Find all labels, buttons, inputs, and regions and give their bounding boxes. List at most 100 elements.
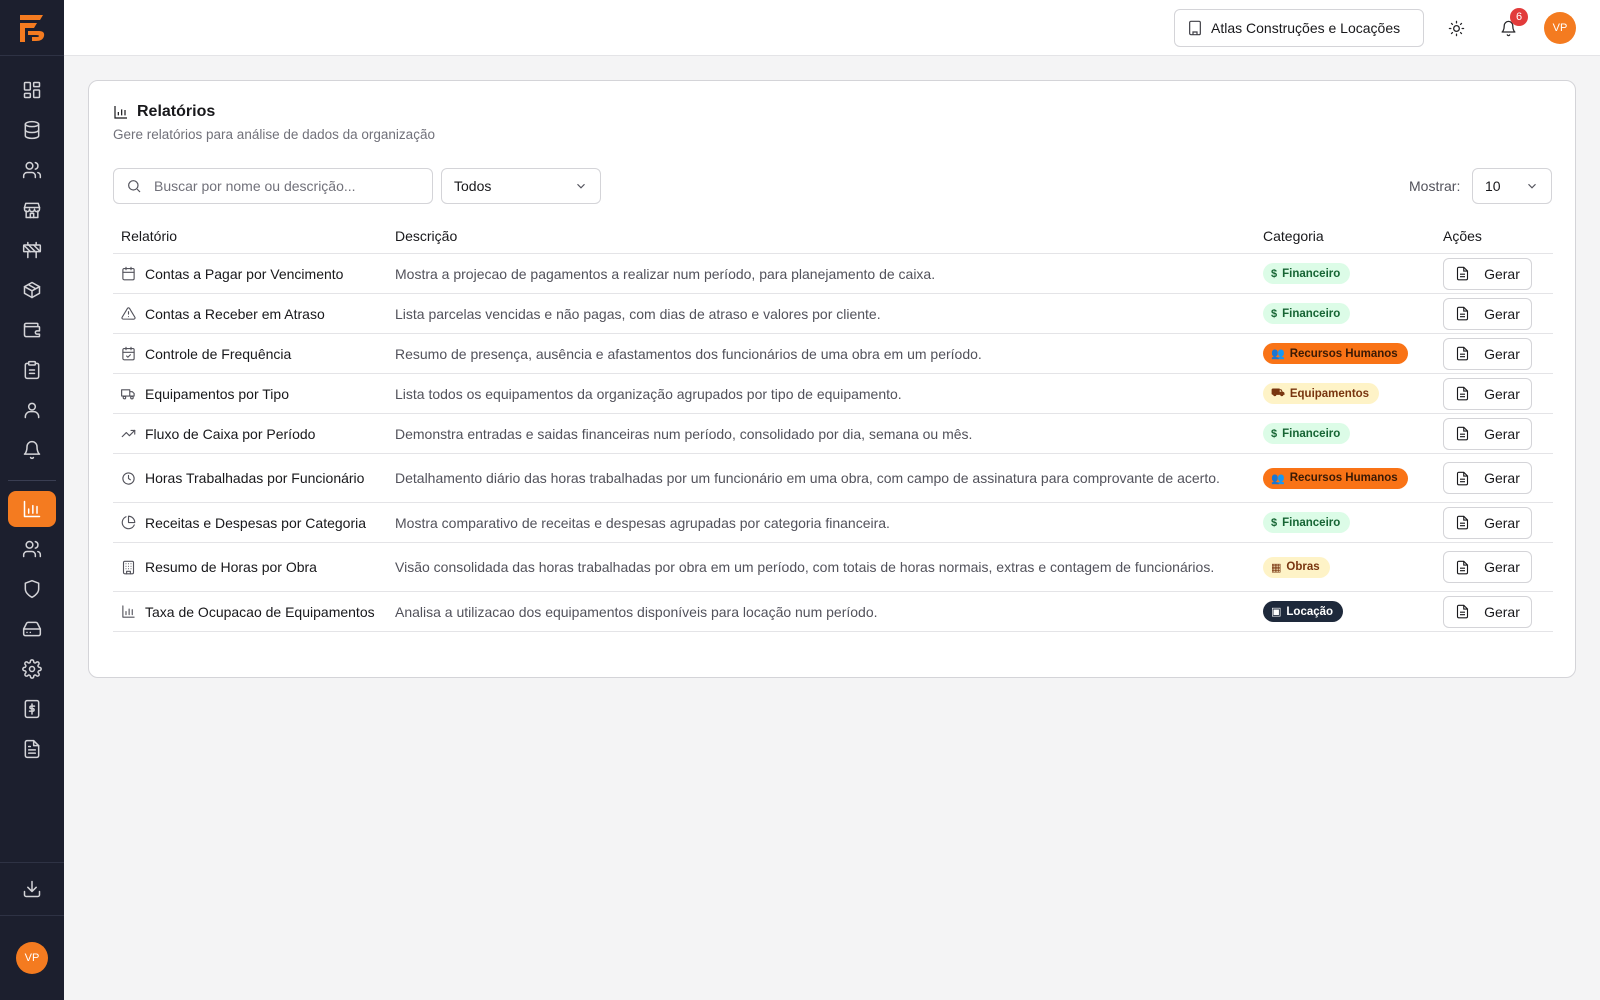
sidebar-item-reports[interactable]: [8, 491, 56, 527]
category-label: Financeiro: [1282, 307, 1341, 320]
chart-icon: [114, 106, 127, 119]
sidebar-item-store[interactable]: [8, 192, 56, 228]
report-description: Lista parcelas vencidas e não pagas, com…: [395, 305, 881, 322]
header-category: Categoria: [1263, 227, 1324, 244]
report-name-cell: Contas a Receber em Atraso: [113, 306, 395, 322]
users-icon: 👥: [1271, 472, 1285, 485]
file-text-icon: [1457, 515, 1469, 530]
table-row: Resumo de Horas por Obra Visão consolidad…: [113, 543, 1553, 592]
organization-switcher[interactable]: Atlas Construções e Locações: [1174, 9, 1424, 47]
sidebar-item-team[interactable]: [8, 531, 56, 567]
sidebar-avatar[interactable]: VP: [16, 942, 48, 974]
file-text-icon: [1457, 306, 1469, 321]
download-button[interactable]: [0, 862, 64, 916]
sidebar-nav: [8, 56, 56, 771]
category-badge: 👥 Recursos Humanos: [1263, 467, 1408, 489]
report-description: Analisa a utilizacao dos equipamentos di…: [395, 603, 878, 620]
report-name: Receitas e Despesas por Categoria: [145, 514, 367, 531]
generate-report-button[interactable]: Gerar: [1443, 595, 1532, 628]
report-name-cell: Horas Trabalhadas por Funcionário: [113, 470, 395, 486]
report-description: Lista todos os equipamentos da organizaç…: [395, 385, 902, 402]
reports-card: Relatórios Gere relatórios para análise …: [88, 80, 1576, 678]
report-category-cell: ⛟ Equipamentos: [1263, 383, 1443, 405]
search-input[interactable]: [154, 178, 414, 194]
generate-report-button[interactable]: Gerar: [1443, 551, 1532, 583]
sidebar-item-package[interactable]: [8, 272, 56, 308]
sidebar-item-storage[interactable]: [8, 611, 56, 647]
app-logo[interactable]: [0, 0, 64, 56]
category-badge: $ Financeiro: [1263, 263, 1351, 284]
user-avatar[interactable]: VP: [1544, 12, 1576, 44]
category-label: Locação: [1286, 605, 1334, 618]
sidebar-item-database[interactable]: [8, 112, 56, 148]
page-size-value: 10: [1485, 178, 1501, 194]
file-text-icon: [1457, 426, 1469, 441]
sidebar-item-settings[interactable]: [8, 651, 56, 687]
bar-chart-icon: [122, 605, 135, 618]
file-text-icon: [1457, 346, 1469, 361]
sidebar-item-dashboard[interactable]: [8, 72, 56, 108]
report-description: Resumo de presença, ausência e afastamen…: [395, 345, 982, 362]
table-row: Taxa de Ocupacao de Equipamentos Analisa …: [113, 592, 1553, 632]
sidebar-item-clipboard[interactable]: [8, 352, 56, 388]
alert-triangle-icon: [121, 307, 136, 320]
pie-chart-icon: [121, 515, 136, 530]
notifications-button[interactable]: 6: [1494, 8, 1528, 42]
generate-report-button[interactable]: Gerar: [1443, 506, 1532, 539]
sidebar-item-billing[interactable]: [8, 691, 56, 727]
dollar-icon: $: [1271, 307, 1278, 320]
truck-icon: [121, 389, 135, 400]
sidebar-item-documents[interactable]: [8, 731, 56, 767]
generate-report-button[interactable]: Gerar: [1443, 417, 1532, 450]
report-name-cell: Equipamentos por Tipo: [113, 386, 395, 402]
generate-report-button[interactable]: Gerar: [1443, 337, 1532, 370]
dashboard-icon: [23, 81, 41, 99]
sidebar-item-notifications[interactable]: [8, 432, 56, 468]
report-description: Mostra comparativo de receitas e despesa…: [395, 514, 890, 531]
category-label: Financeiro: [1282, 267, 1341, 280]
calendar-icon: ▣: [1271, 606, 1282, 618]
sidebar-item-profile[interactable]: [8, 392, 56, 428]
logo-icon: [20, 14, 45, 42]
sidebar-item-wallet[interactable]: [8, 312, 56, 348]
sun-icon: [1448, 20, 1464, 36]
category-badge: $ Financeiro: [1263, 512, 1351, 533]
category-label: Financeiro: [1282, 427, 1341, 440]
category-label: Obras: [1286, 561, 1320, 573]
users-icon: 👥: [1271, 348, 1285, 360]
theme-toggle-button[interactable]: [1442, 14, 1470, 42]
generate-label: Gerar: [1484, 603, 1520, 620]
report-category-cell: ▣ Locação: [1263, 601, 1443, 622]
clock-icon: [122, 471, 135, 485]
category-filter-select[interactable]: Todos: [441, 168, 601, 204]
generate-report-button[interactable]: Gerar: [1443, 297, 1532, 330]
sidebar-item-users[interactable]: [8, 152, 56, 188]
settings-icon: [22, 659, 42, 679]
dollar-icon: $: [1271, 516, 1278, 529]
report-name-cell: Taxa de Ocupacao de Equipamentos: [113, 604, 395, 620]
users-icon: [22, 161, 42, 179]
generate-report-button[interactable]: Gerar: [1443, 377, 1532, 410]
report-actions-cell: Gerar: [1443, 551, 1553, 583]
search-box: [113, 168, 433, 204]
generate-report-button[interactable]: Gerar: [1443, 462, 1532, 494]
table-row: Receitas e Despesas por Categoria Mostra …: [113, 503, 1553, 543]
sidebar-avatar-wrap: VP: [0, 916, 64, 1000]
package-icon: [23, 281, 41, 299]
file-text-icon: [1457, 604, 1469, 619]
download-icon: [23, 880, 41, 898]
generate-report-button[interactable]: Gerar: [1443, 257, 1532, 290]
sidebar-item-construction[interactable]: [8, 232, 56, 268]
report-actions-cell: Gerar: [1443, 297, 1553, 330]
page-size-select[interactable]: 10: [1472, 168, 1552, 204]
report-actions-cell: Gerar: [1443, 257, 1553, 290]
report-category-cell: $ Financeiro: [1263, 263, 1443, 284]
category-badge: $ Financeiro: [1263, 303, 1351, 324]
table-body: Contas a Pagar por Vencimento Mostra a pr…: [113, 254, 1553, 632]
report-category-cell: ▦ Obras: [1263, 556, 1443, 578]
sidebar-item-security[interactable]: [8, 571, 56, 607]
table-row: Horas Trabalhadas por Funcionário Detalha…: [113, 454, 1553, 503]
sidebar-divider: [8, 480, 56, 481]
report-name: Taxa de Ocupacao de Equipamentos: [145, 603, 375, 620]
report-name: Controle de Frequência: [145, 345, 292, 362]
